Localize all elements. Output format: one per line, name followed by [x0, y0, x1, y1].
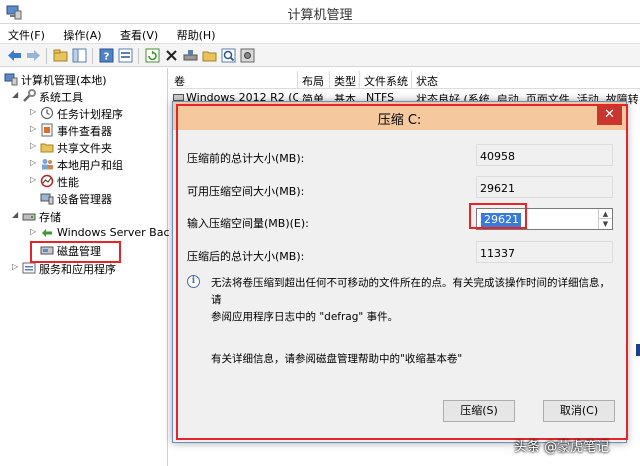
- spin-up-icon[interactable]: ▲: [599, 209, 612, 219]
- help-message: 有关详细信息，请参阅磁盘管理帮助中的"收缩基本卷": [211, 353, 463, 365]
- column-type[interactable]: 类型: [330, 71, 360, 89]
- zoom-icon[interactable]: [220, 47, 237, 64]
- info-message-line1: 无法将卷压缩到超出任何不可移动的文件所在的点。有关完成该操作时间的详细信息，请: [211, 277, 610, 306]
- available-space-value: 29621: [476, 176, 613, 198]
- open-folder-icon[interactable]: [201, 47, 218, 64]
- available-space-label: 可用压缩空间大小(MB):: [187, 185, 305, 198]
- menu-file[interactable]: 文件(F): [0, 24, 52, 43]
- settings-icon[interactable]: [239, 47, 256, 64]
- back-icon[interactable]: [6, 47, 23, 64]
- column-layout[interactable]: 布局: [298, 71, 330, 89]
- expand-arrow-icon[interactable]: ▷: [30, 158, 36, 167]
- disk-management-icon: [40, 246, 54, 255]
- dialog-titlebar: 压缩 C: ✕: [173, 102, 626, 130]
- svg-text:?: ?: [104, 52, 110, 63]
- column-filesystem[interactable]: 文件系统: [360, 71, 412, 89]
- properties-icon[interactable]: [117, 47, 134, 64]
- disk-bar-fragment: [636, 344, 640, 356]
- help-icon[interactable]: ?: [98, 47, 115, 64]
- cancel-button[interactable]: 取消(C): [543, 400, 615, 422]
- event-viewer-icon: [41, 123, 53, 137]
- info-message: 无法将卷压缩到超出任何不可移动的文件所在的点。有关完成该操作时间的详细信息，请 …: [211, 275, 616, 326]
- toolbar-separator: [92, 48, 93, 64]
- menu-view[interactable]: 查看(V): [112, 24, 165, 43]
- total-before-label: 压缩前的总计大小(MB):: [187, 152, 305, 165]
- menu-help[interactable]: 帮助(H): [169, 24, 223, 43]
- menu-action[interactable]: 操作(A): [55, 24, 108, 43]
- device-manager-icon: [40, 193, 54, 205]
- expand-arrow-icon[interactable]: ▷: [30, 124, 36, 133]
- clock-icon: [41, 107, 53, 119]
- backup-icon: [42, 229, 52, 237]
- column-volume[interactable]: 卷: [170, 71, 298, 89]
- info-message-line2: 参阅应用程序日志中的 "defrag" 事件。: [211, 311, 399, 323]
- column-status[interactable]: 状态: [412, 71, 640, 89]
- up-folder-icon[interactable]: [52, 47, 69, 64]
- window-titlebar: 计算机管理: [0, 0, 640, 24]
- delete-icon[interactable]: [163, 47, 180, 64]
- menu-bar: 文件(F) 操作(A) 查看(V) 帮助(H): [0, 24, 640, 43]
- tools-icon: [23, 89, 36, 102]
- storage-icon: [22, 213, 36, 221]
- shrink-amount-selected-text: 29621: [481, 213, 521, 227]
- toolbar-separator: [138, 48, 139, 64]
- users-icon: [42, 159, 53, 170]
- shrink-amount-label: 输入压缩空间量(MB)(E):: [187, 217, 309, 230]
- services-icon: [22, 262, 36, 274]
- dialog-title: 压缩 C:: [377, 113, 422, 128]
- expand-arrow-icon[interactable]: ▷: [30, 107, 36, 116]
- total-after-value: 11337: [476, 241, 613, 263]
- navigation-tree: 计算机管理(本地) ◢ 系统工具 ▷ 任务计划程序 ▷ 事件查看器 ▷ 共享文件…: [0, 68, 176, 466]
- refresh-icon[interactable]: [144, 47, 161, 64]
- toolbar: ?: [0, 43, 640, 67]
- computer-management-icon: [4, 73, 18, 86]
- info-icon: i: [187, 275, 200, 288]
- total-after-label: 压缩后的总计大小(MB):: [187, 250, 305, 263]
- watermark: 头条 @蒙虎笔记: [514, 440, 610, 455]
- collapse-arrow-icon[interactable]: ◢: [12, 210, 18, 219]
- list-header: 卷 布局 类型 文件系统 状态: [170, 71, 640, 89]
- map-drive-icon[interactable]: [182, 47, 199, 64]
- performance-icon: [40, 174, 54, 188]
- shrink-button[interactable]: 压缩(S): [443, 400, 515, 422]
- dialog-body: 压缩前的总计大小(MB): 40958 可用压缩空间大小(MB): 29621 …: [173, 130, 626, 442]
- shrink-dialog: 压缩 C: ✕ 压缩前的总计大小(MB): 40958 可用压缩空间大小(MB)…: [172, 101, 627, 443]
- expand-arrow-icon[interactable]: ▷: [12, 262, 18, 271]
- close-icon[interactable]: ✕: [597, 105, 622, 125]
- spin-buttons: ▲ ▼: [598, 209, 612, 229]
- forward-icon[interactable]: [25, 47, 42, 64]
- expand-arrow-icon[interactable]: ▷: [30, 227, 36, 236]
- total-before-value: 40958: [476, 144, 613, 166]
- spin-down-icon[interactable]: ▼: [599, 219, 612, 229]
- expand-arrow-icon[interactable]: ▷: [30, 141, 36, 150]
- window-title: 计算机管理: [287, 8, 353, 23]
- collapse-arrow-icon[interactable]: ◢: [12, 90, 18, 99]
- shared-folder-icon: [40, 143, 54, 153]
- toolbar-separator: [46, 48, 47, 64]
- expand-arrow-icon[interactable]: ▷: [30, 175, 36, 184]
- shrink-amount-stepper[interactable]: 29621 ▲ ▼: [476, 208, 613, 230]
- show-hide-tree-icon[interactable]: [71, 47, 88, 64]
